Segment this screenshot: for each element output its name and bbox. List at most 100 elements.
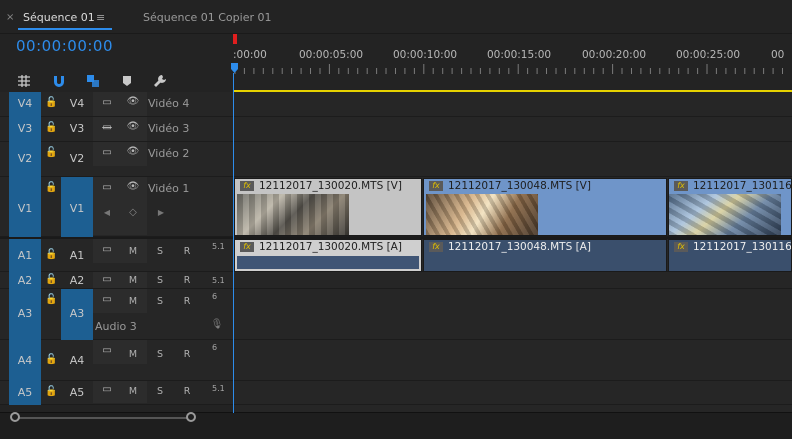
track-target-label[interactable]: V1 [61, 202, 93, 215]
audio-clip[interactable]: fx 12112017_130116.MTS [A] [668, 239, 792, 272]
tab-sequence-01[interactable]: Séquence 01 [23, 11, 95, 24]
audio-clip[interactable]: fx 12112017_130020.MTS [A] [234, 239, 422, 272]
source-label: A1 [17, 249, 33, 262]
track-target-label[interactable]: A5 [61, 386, 93, 399]
audio-clip[interactable]: fx 12112017_130048.MTS [A] [423, 239, 667, 272]
sync-lock-icon[interactable]: ▭ [100, 182, 114, 193]
lane-a4[interactable] [234, 340, 792, 381]
eye-icon[interactable]: 👁 [126, 146, 140, 157]
lock-icon[interactable]: 🔓 [45, 386, 57, 397]
record-button[interactable]: R [182, 349, 192, 360]
channel-format: 5.1 [212, 242, 225, 251]
solo-button[interactable]: S [155, 386, 165, 397]
zoom-scrollbar-thumb[interactable] [14, 417, 192, 419]
sync-lock-icon[interactable]: ▭ [100, 147, 114, 158]
record-button[interactable]: R [182, 296, 192, 307]
next-keyframe-icon[interactable]: ▶ [154, 208, 168, 217]
lock-icon[interactable]: 🔓 [45, 354, 57, 365]
add-keyframe-icon[interactable]: ◇ [126, 207, 140, 218]
playhead-line[interactable] [233, 73, 234, 413]
eye-icon[interactable]: 👁 [126, 121, 140, 132]
eye-icon[interactable]: 👁 [126, 181, 140, 192]
clip-name: 12112017_130020.MTS [A] [259, 241, 402, 253]
sync-lock-off-icon[interactable]: ▭ [100, 122, 114, 133]
lane-a5[interactable] [234, 381, 792, 405]
track-target-label[interactable]: V3 [61, 122, 93, 135]
lane-v2[interactable] [234, 142, 792, 177]
track-target-label[interactable]: A4 [61, 354, 93, 367]
track-name: Audio 3 [95, 320, 137, 333]
record-button[interactable]: R [182, 246, 192, 257]
channel-format: 6 [212, 343, 218, 352]
mute-button[interactable]: M [128, 349, 138, 360]
lock-icon[interactable]: 🔓 [45, 147, 57, 158]
track-header-a2: A2 🔓 A2 ▭ M S R 5.1 [0, 272, 233, 289]
solo-button[interactable]: S [155, 246, 165, 257]
video-clip[interactable]: fx 12112017_130116.MTS [V] [668, 178, 792, 236]
lane-v3[interactable] [234, 117, 792, 142]
lock-icon[interactable]: 🔓 [45, 294, 57, 305]
solo-button[interactable]: S [155, 296, 165, 307]
sync-lock-icon[interactable]: ▭ [100, 294, 114, 305]
record-button[interactable]: R [182, 386, 192, 397]
ruler-label: 00:00:20:00 [582, 49, 647, 61]
mute-button[interactable]: M [128, 386, 138, 397]
panel-menu-icon[interactable]: ≡ [96, 11, 105, 24]
track-target-label[interactable]: A1 [61, 249, 93, 262]
lock-icon[interactable]: 🔓 [45, 274, 57, 285]
track-header-a3: A3 🔓 A3 ▭ M S R 6 Audio 3 🎙 [0, 289, 233, 340]
voice-over-record-icon[interactable]: 🎙 [210, 319, 224, 330]
record-button[interactable]: R [182, 275, 192, 286]
lock-icon[interactable]: 🔓 [45, 97, 57, 108]
track-target-label[interactable]: A2 [61, 274, 93, 287]
insert-sequence-nest-icon[interactable] [16, 73, 32, 89]
clip-name: 12112017_130048.MTS [V] [448, 180, 591, 192]
zoom-handle-right[interactable] [186, 412, 196, 422]
clip-thumbnail [669, 194, 781, 235]
mute-button[interactable]: M [128, 296, 138, 307]
playhead-timecode[interactable]: 00:00:00:00 [16, 37, 113, 55]
track-target-label[interactable]: A3 [61, 307, 93, 320]
tab-bar: × Séquence 01 ≡ Séquence 01 Copier 01 [0, 0, 792, 34]
sync-lock-icon[interactable]: ▭ [100, 384, 114, 395]
track-name: Vidéo 1 [148, 182, 190, 195]
lane-a3[interactable] [234, 289, 792, 340]
channel-format: 5.1 [212, 276, 225, 285]
in-point-marker[interactable] [233, 34, 237, 44]
video-clip[interactable]: fx 12112017_130048.MTS [V] [423, 178, 667, 236]
source-label: A4 [17, 354, 33, 367]
zoom-handle-left[interactable] [10, 412, 20, 422]
tab-sequence-01-copy[interactable]: Séquence 01 Copier 01 [143, 11, 271, 24]
solo-button[interactable]: S [155, 275, 165, 286]
track-header-a1: A1 🔓 A1 ▭ M S R 5.1 [0, 239, 233, 272]
lock-icon[interactable]: 🔓 [45, 122, 57, 133]
track-target-label[interactable]: V4 [61, 97, 93, 110]
mute-button[interactable]: M [128, 246, 138, 257]
sync-lock-icon[interactable]: ▭ [100, 274, 114, 285]
eye-icon[interactable]: 👁 [126, 96, 140, 107]
snap-magnet-icon[interactable] [51, 73, 67, 89]
sync-lock-icon[interactable]: ▭ [100, 345, 114, 356]
solo-button[interactable]: S [155, 349, 165, 360]
lock-icon[interactable]: 🔓 [45, 182, 57, 193]
previous-keyframe-icon[interactable]: ◀ [100, 208, 114, 217]
ruler-label: 00:00:25:00 [676, 49, 741, 61]
close-tab-icon[interactable]: × [6, 12, 14, 23]
video-clip[interactable]: fx 12112017_130020.MTS [V] [234, 178, 422, 236]
track-target-label[interactable]: V2 [61, 152, 93, 165]
time-ruler[interactable]: :00:00 00:00:05:00 00:00:10:00 00:00:15:… [233, 34, 792, 90]
wrench-icon[interactable] [152, 73, 168, 89]
lane-a6[interactable] [234, 405, 792, 412]
add-marker-icon[interactable] [119, 73, 135, 89]
sync-lock-icon[interactable]: ▭ [100, 97, 114, 108]
sync-lock-icon[interactable]: ▭ [100, 244, 114, 255]
lock-icon[interactable]: 🔓 [45, 249, 57, 260]
source-label: V4 [17, 97, 33, 110]
track-header-v4: V4 🔓 V4 ▭ 👁 Vidéo 4 [0, 92, 233, 117]
source-label: V1 [17, 202, 33, 215]
waveform-area [237, 256, 419, 269]
lane-v4[interactable] [234, 92, 792, 117]
lane-a2[interactable] [234, 272, 792, 289]
linked-selection-icon[interactable] [85, 73, 101, 89]
mute-button[interactable]: M [128, 275, 138, 286]
